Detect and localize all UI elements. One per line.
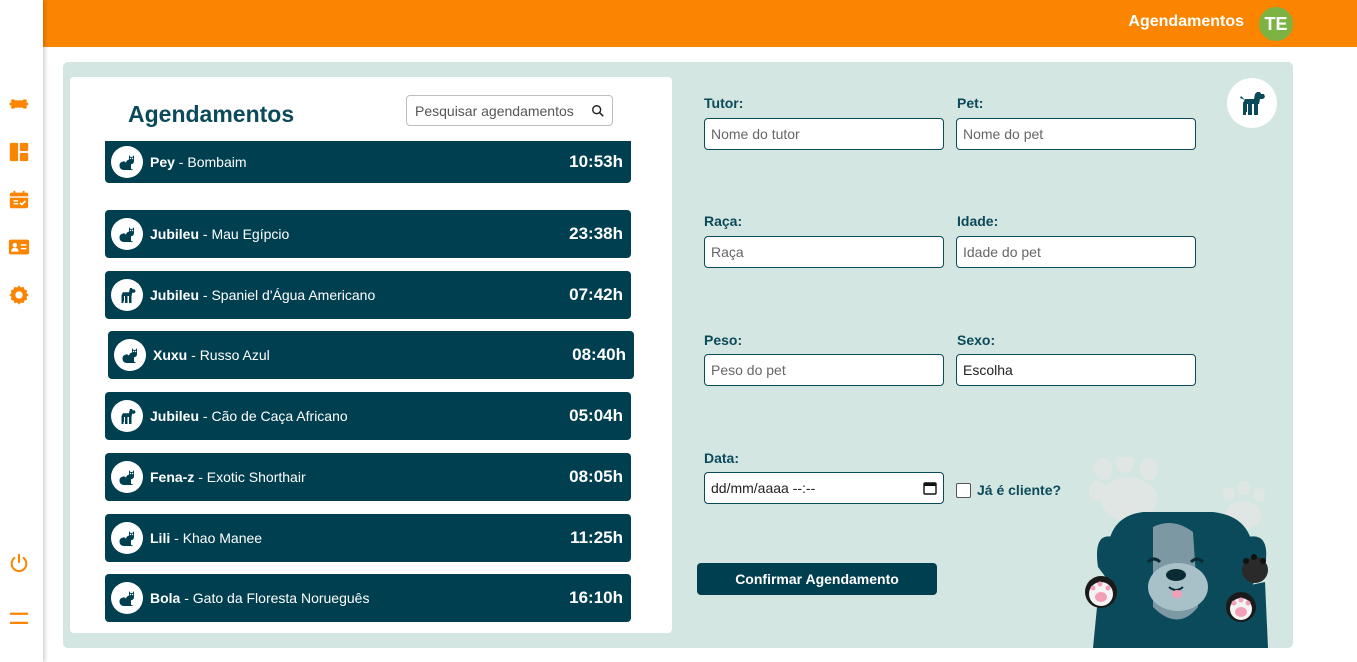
appointment-time: 05:04h	[569, 406, 623, 425]
peso-input[interactable]	[711, 362, 943, 378]
cat-icon	[111, 522, 143, 554]
appointment-names: Jubileu - Cão de Caça Africano	[150, 408, 348, 424]
pet-name: Fena-z	[150, 469, 195, 485]
raca-input[interactable]	[711, 244, 943, 260]
cat-icon	[114, 339, 146, 371]
data-label: Data:	[704, 450, 740, 466]
appointment-time: 11:25h	[570, 528, 623, 547]
cat-icon	[111, 218, 143, 250]
appointment-item[interactable]: Jubileu - Cão de Caça Africano 05:04h	[105, 392, 631, 440]
list-title: Agendamentos	[128, 101, 295, 127]
dog-icon	[111, 400, 143, 432]
tutor-input[interactable]	[711, 126, 943, 142]
appointment-time: 07:42h	[569, 285, 623, 304]
pet-breed: Exotic Shorthair	[206, 469, 306, 485]
appointment-item[interactable]: Jubileu - Spaniel d'Água Americano 07:42h	[105, 271, 631, 319]
cat-icon	[111, 461, 143, 493]
dog-icon	[111, 279, 143, 311]
pet-breed: Russo Azul	[199, 347, 270, 363]
raca-field[interactable]	[704, 236, 944, 268]
power-icon[interactable]	[7, 551, 31, 575]
cat-icon	[111, 146, 143, 178]
search-box[interactable]	[406, 95, 613, 126]
appointment-names: Jubileu - Mau Egípcio	[150, 226, 290, 242]
pet-breed: Khao Manee	[182, 530, 263, 546]
appointment-names: Bola - Gato da Floresta Norueguês	[150, 590, 370, 606]
appointment-item[interactable]: Pey - Bombaim 10:53h	[105, 141, 631, 183]
pet-name: Jubileu	[150, 226, 200, 242]
sidebar	[0, 0, 43, 662]
dog-mascot-illustration	[1085, 457, 1268, 648]
menu-icon[interactable]	[7, 607, 31, 631]
appointment-time: 16:10h	[569, 588, 623, 607]
client-checkbox-label: Já é cliente?	[977, 482, 1062, 498]
header-title: Agendamentos	[1128, 13, 1244, 30]
raca-label: Raça:	[704, 213, 743, 229]
search-input[interactable]	[415, 102, 585, 119]
idade-field[interactable]	[956, 236, 1196, 268]
pet-input[interactable]	[963, 126, 1195, 142]
calendar-icon[interactable]	[923, 481, 937, 495]
dog-icon	[1227, 78, 1277, 128]
dashboard-icon[interactable]	[7, 140, 31, 164]
tutor-label: Tutor:	[704, 95, 744, 111]
pet-name: Jubileu	[150, 287, 200, 303]
appointment-names: Lili - Khao Manee	[150, 530, 263, 546]
pet-label: Pet:	[957, 95, 984, 111]
pet-breed: Spaniel d'Água Americano	[211, 287, 376, 303]
pet-breed: Cão de Caça Africano	[211, 408, 348, 424]
client-checkbox[interactable]	[956, 483, 971, 498]
appointment-names: Fena-z - Exotic Shorthair	[150, 469, 306, 485]
search-icon[interactable]	[591, 104, 605, 118]
tutor-field[interactable]	[704, 118, 944, 150]
pet-name: Xuxu	[153, 347, 188, 363]
pet-name: Lili	[150, 530, 171, 546]
date-field[interactable]: dd/mm/aaaa --:--	[704, 472, 944, 504]
top-bar: Agendamentos TE	[43, 0, 1357, 47]
appointment-item[interactable]: Bola - Gato da Floresta Norueguês 16:10h	[105, 574, 631, 622]
idade-label: Idade:	[957, 213, 999, 229]
bone-icon[interactable]	[7, 92, 31, 116]
pet-breed: Mau Egípcio	[211, 226, 290, 242]
sexo-value: Escolha	[963, 362, 1013, 378]
sexo-select[interactable]: Escolha	[956, 354, 1196, 386]
date-value: dd/mm/aaaa --:--	[711, 480, 816, 496]
appointment-item[interactable]: Xuxu - Russo Azul 08:40h	[108, 331, 634, 379]
appointment-names: Xuxu - Russo Azul	[153, 347, 270, 363]
appointment-item[interactable]: Lili - Khao Manee 11:25h	[105, 514, 631, 562]
appointment-names: Jubileu - Spaniel d'Água Americano	[150, 287, 376, 303]
contact-card-icon[interactable]	[7, 235, 31, 259]
appointment-names: Pey - Bombaim	[150, 154, 247, 170]
main-panel: Agendamentos Pey - Bombaim 10:53h Jubileu …	[63, 62, 1293, 648]
appointment-item[interactable]: Fena-z - Exotic Shorthair 08:05h	[105, 453, 631, 501]
pet-field[interactable]	[956, 118, 1196, 150]
calendar-check-icon[interactable]	[7, 188, 31, 212]
idade-input[interactable]	[963, 244, 1195, 260]
appointment-time: 08:40h	[572, 345, 626, 364]
pet-name: Bola	[150, 590, 181, 606]
pet-breed: Bombaim	[187, 154, 247, 170]
pet-name: Jubileu	[150, 408, 200, 424]
pet-breed: Gato da Floresta Norueguês	[192, 590, 370, 606]
appointment-time: 10:53h	[569, 152, 623, 171]
appointment-time: 23:38h	[569, 224, 623, 243]
appointment-item[interactable]: Jubileu - Mau Egípcio 23:38h	[105, 210, 631, 258]
pet-name: Pey	[150, 154, 175, 170]
peso-label: Peso:	[704, 332, 743, 348]
peso-field[interactable]	[704, 354, 944, 386]
avatar[interactable]: TE	[1259, 7, 1293, 41]
appointments-list-card: Agendamentos Pey - Bombaim 10:53h Jubileu …	[70, 77, 672, 633]
sexo-label: Sexo:	[957, 332, 996, 348]
appointment-time: 08:05h	[569, 467, 623, 486]
cat-icon	[111, 582, 143, 614]
gear-icon[interactable]	[7, 283, 31, 307]
confirm-button[interactable]: Confirmar Agendamento	[697, 563, 937, 595]
